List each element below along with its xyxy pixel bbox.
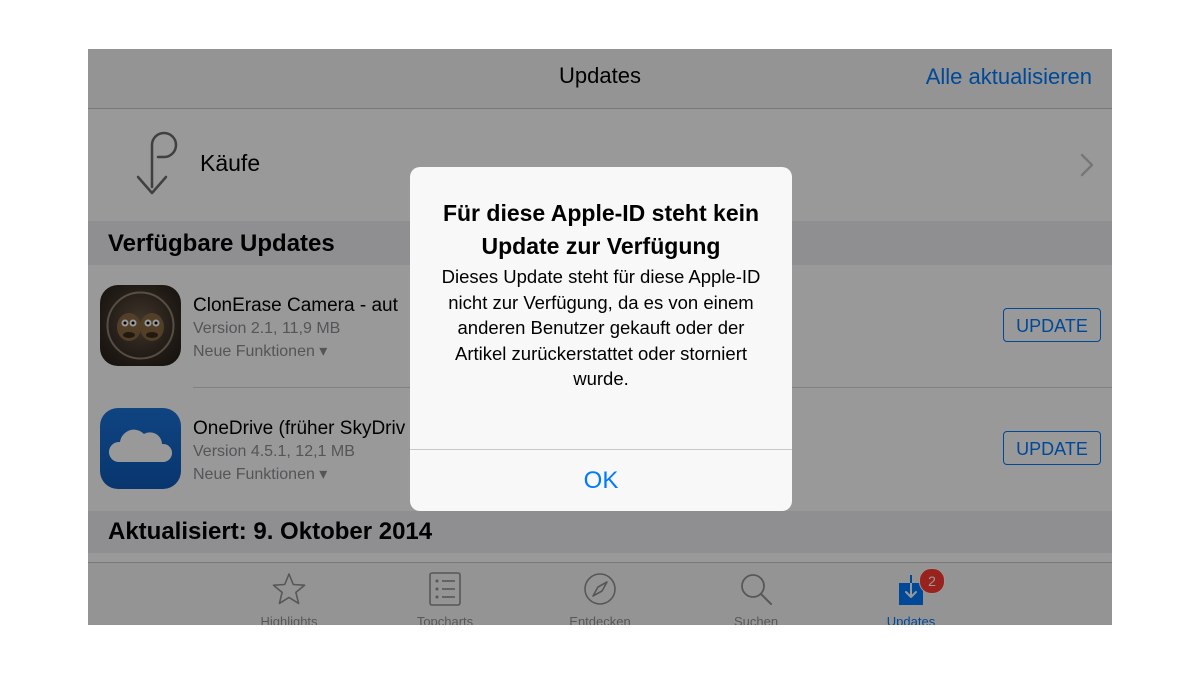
app-store-screen: Updates Alle aktualisieren Käufe Verfügb… [88,49,1112,625]
alert-message: Dieses Update steht für diese Apple-ID n… [441,266,761,389]
alert-title: Für diese Apple-ID steht kein Update zur… [442,200,760,259]
ok-button[interactable]: OK [410,450,792,511]
alert-dialog: Für diese Apple-ID steht kein Update zur… [410,167,792,511]
